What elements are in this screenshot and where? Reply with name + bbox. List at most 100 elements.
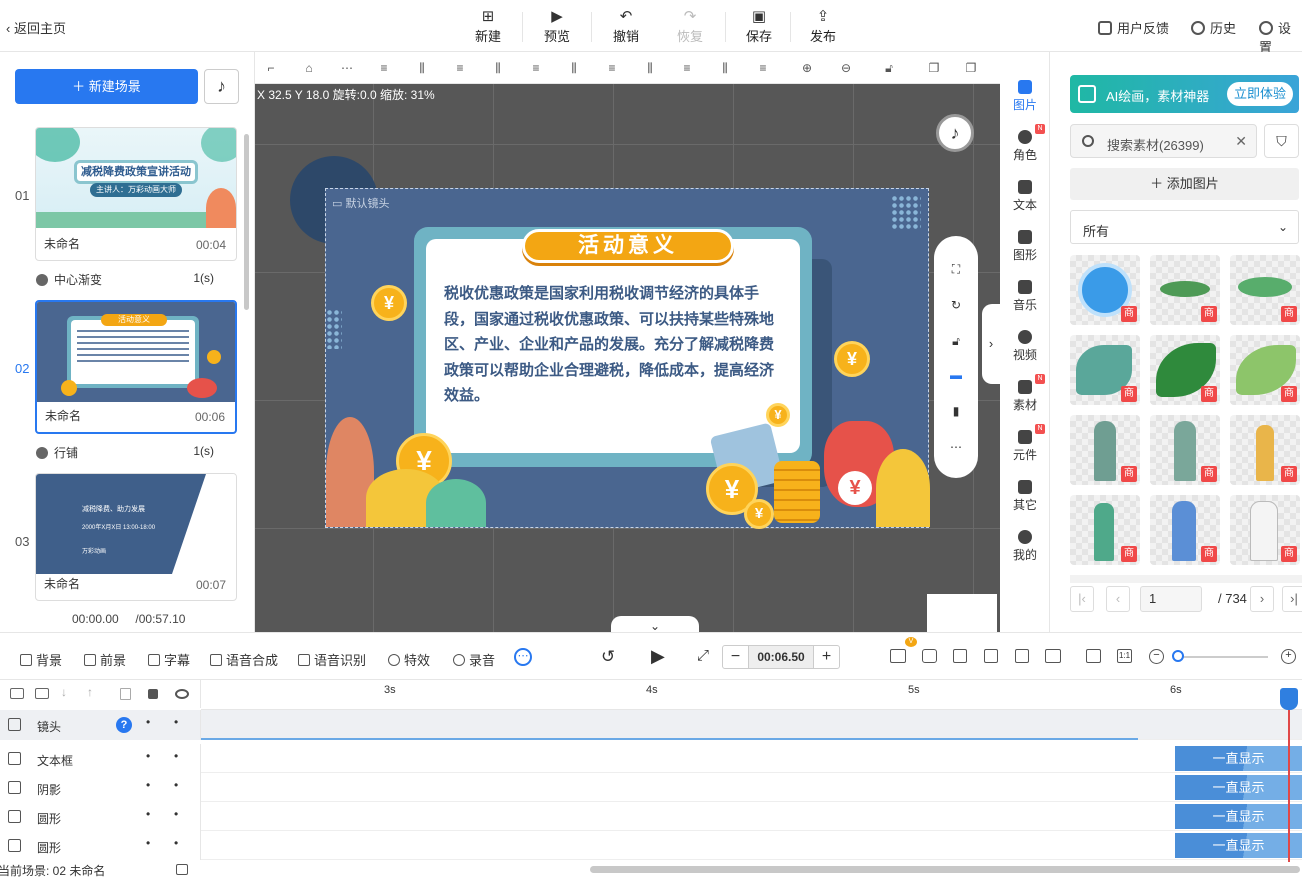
rotate-icon[interactable]: ↻ (948, 298, 964, 312)
asset-tile[interactable]: 商 (1070, 335, 1140, 405)
canvas-area[interactable]: X 32.5 Y 18.0 旋转:0.0 缩放: 31% ▭ 默认镜头 活动意义… (255, 84, 1000, 632)
zoom-slider-handle[interactable] (1172, 650, 1184, 662)
minimap[interactable] (927, 594, 997, 632)
lane-circle[interactable]: 一直显示 (201, 802, 1302, 831)
search-input[interactable]: 搜索素材(26399) ✕ (1070, 124, 1257, 158)
canvas-music-button[interactable]: ♪ (936, 114, 974, 152)
subtitle-button[interactable]: 字幕 (148, 650, 190, 669)
coin-icon[interactable]: ¥ (744, 499, 774, 529)
nav-mine[interactable]: 我的 (1000, 530, 1050, 563)
zoom-out-icon[interactable]: ⊖ (839, 61, 853, 75)
redo-button[interactable]: ↷ 恢复 (660, 8, 720, 45)
replay-icon[interactable]: ↺ (601, 647, 615, 667)
help-icon[interactable]: ? (116, 717, 132, 733)
feedback-button[interactable]: 用户反馈 (1098, 18, 1169, 37)
phone-icon[interactable]: ▮ (948, 404, 964, 418)
timeline-scrollbar[interactable] (590, 866, 1300, 873)
ruler-icon[interactable]: ⌐ (264, 61, 278, 75)
zoom-in-icon[interactable]: ⊕ (800, 61, 814, 75)
spacing-v-icon[interactable]: ⫼ (718, 61, 732, 75)
background-button[interactable]: 背景 (20, 650, 62, 669)
nav-characters[interactable]: N 角色 (1000, 124, 1050, 163)
asset-tile[interactable]: 商 (1230, 255, 1300, 325)
fit-width-icon[interactable] (1086, 649, 1101, 663)
playhead-handle[interactable] (1280, 688, 1298, 710)
zoom-out-icon[interactable]: − (1149, 649, 1164, 664)
clip-always-show[interactable]: 一直显示 (1175, 746, 1302, 771)
time-ruler[interactable]: 3s 4s 5s 6s (201, 680, 1302, 710)
clip-always-show[interactable]: 一直显示 (1175, 804, 1302, 829)
record-button[interactable]: 录音 (453, 650, 495, 669)
screen-icon[interactable]: ▬ (948, 368, 964, 382)
scene-card-02[interactable]: 活动意义 未命名 00:06 (35, 300, 237, 434)
scene-card-01[interactable]: 减税降费政策宣讲活动 主讲人：万彩动画大师 未命名 00:04 (35, 127, 237, 261)
asset-tile[interactable]: 商 (1150, 495, 1220, 565)
size-icon[interactable]: ≡ (756, 61, 770, 75)
settings-button[interactable]: 设置 (1259, 18, 1302, 56)
panel-toggle[interactable]: › (982, 304, 1000, 384)
scene-music-button[interactable]: ♪ (204, 69, 239, 104)
trash-icon[interactable] (120, 688, 131, 700)
publish-button[interactable]: ⇪ 发布 (793, 8, 853, 45)
nav-text[interactable]: 文本 (1000, 180, 1050, 213)
nav-materials[interactable]: N 素材 (1000, 374, 1050, 413)
lane-textbox[interactable]: 一直显示 (201, 744, 1302, 773)
distribute-h-icon[interactable]: ≡ (605, 61, 619, 75)
ai-try-button[interactable]: 立即体验 (1227, 82, 1293, 106)
time-input[interactable]: 00:06.50 (749, 646, 813, 668)
ai-banner[interactable]: AI绘画，素材神器 立即体验 (1070, 75, 1299, 113)
align-right-icon[interactable]: ≡ (453, 61, 467, 75)
back-home-link[interactable]: ‹ 返回主页 (6, 18, 66, 37)
scene-transition[interactable]: 行铺 1(s) (36, 444, 236, 461)
lane-camera[interactable] (201, 710, 1302, 740)
more-icon[interactable]: ⋯ (340, 61, 354, 75)
time-decrement-button[interactable]: − (723, 646, 749, 668)
add-image-button[interactable]: ＋ 添加图片 (1070, 168, 1299, 200)
category-select[interactable]: 所有 ⌄ (1070, 210, 1299, 244)
scene-stage[interactable]: ▭ 默认镜头 活动意义 税收优惠政策是国家利用税收调节经济的具体手段，国家通过税… (325, 188, 930, 529)
clip-always-show[interactable]: 一直显示 (1175, 775, 1302, 800)
filter-button[interactable]: ⛉ (1264, 124, 1299, 158)
asset-tile[interactable]: 商 (1230, 335, 1300, 405)
nav-video[interactable]: 视频 (1000, 330, 1050, 363)
align-top-icon[interactable]: ⫼ (491, 61, 505, 75)
coin-icon[interactable]: ¥ (834, 341, 870, 377)
board-text[interactable]: 税收优惠政策是国家利用税收调节经济的具体手段，国家通过税收优惠政策、可以扶持某些… (444, 281, 784, 409)
foreground-button[interactable]: 前景 (84, 650, 126, 669)
clear-icon[interactable]: ✕ (1235, 133, 1247, 150)
first-page-button[interactable]: |‹ (1070, 586, 1094, 612)
asset-tile[interactable]: 商 (1230, 495, 1300, 565)
fit-screen-icon[interactable]: ⛶ (948, 262, 964, 276)
preview-button[interactable]: ▶ 预览 (527, 8, 587, 45)
eye-icon[interactable] (175, 689, 189, 699)
align-left-icon[interactable]: ≡ (377, 61, 391, 75)
align-bottom-icon[interactable]: ⫼ (567, 61, 581, 75)
asset-tile[interactable]: 商 (1150, 415, 1220, 485)
new-folder-icon[interactable] (35, 688, 49, 699)
nav-components[interactable]: N 元件 (1000, 424, 1050, 463)
asset-tile[interactable]: 商 (1150, 255, 1220, 325)
lane-circle[interactable]: 一直显示 (201, 831, 1302, 860)
time-increment-button[interactable]: + (813, 646, 839, 668)
track-textbox[interactable]: 文本框 • • (0, 744, 201, 773)
unlock-icon[interactable]: 🔓︎ (948, 334, 964, 348)
asr-button[interactable]: 语音识别 (298, 650, 366, 669)
camera-icon[interactable] (922, 649, 937, 663)
home-icon[interactable]: ⌂ (302, 61, 316, 75)
coin-icon[interactable]: ¥ (371, 285, 407, 321)
board-title[interactable]: 活动意义 (522, 229, 734, 263)
lane-shadow[interactable]: 一直显示 (201, 773, 1302, 802)
filter-icon[interactable] (1015, 649, 1029, 663)
next-page-button[interactable]: › (1250, 586, 1274, 612)
effects-button[interactable]: 特效 (388, 650, 430, 669)
lock-icon[interactable]: 🔓︎ (882, 61, 896, 75)
zoom-slider[interactable] (1176, 656, 1268, 658)
clip-always-show[interactable]: 一直显示 (1175, 833, 1302, 858)
history-button[interactable]: 历史 (1191, 18, 1236, 37)
add-folder-icon[interactable] (10, 688, 24, 699)
scene-transition[interactable]: 中心渐变 1(s) (36, 271, 236, 288)
save-button[interactable]: ▣ 保存 (729, 8, 789, 45)
paste-icon[interactable]: ❐ (964, 61, 978, 75)
nav-music[interactable]: 音乐 (1000, 280, 1050, 313)
align-center-icon[interactable]: ⫼ (415, 61, 429, 75)
